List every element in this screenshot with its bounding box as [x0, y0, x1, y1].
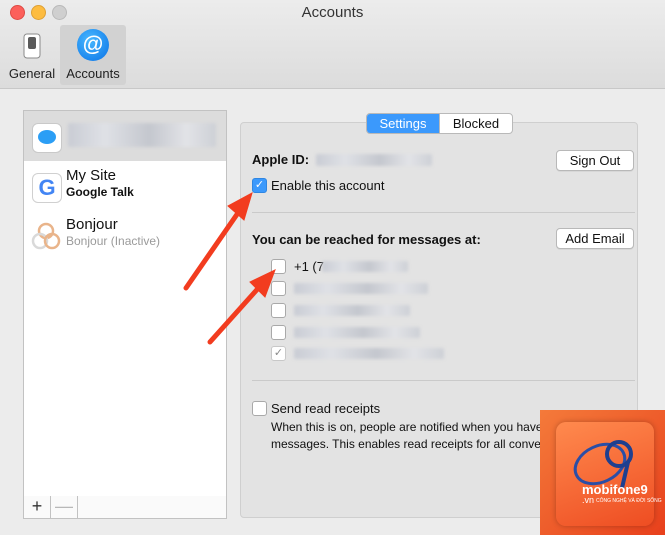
messages-icon: [32, 123, 62, 153]
account-type: Google Talk: [66, 185, 134, 199]
address-label: +1 (7: [294, 259, 324, 274]
account-row-google[interactable]: G My Site Google Talk: [24, 163, 226, 213]
reachable-heading: You can be reached for messages at:: [252, 232, 481, 247]
window-title: Accounts: [301, 4, 364, 21]
add-account-button[interactable]: +: [24, 496, 51, 518]
address-checkbox[interactable]: [271, 303, 286, 318]
account-row-messages[interactable]: [24, 111, 226, 161]
redacted-address: [322, 261, 408, 272]
toolbar-accounts-label: Accounts: [66, 66, 120, 81]
toolbar-accounts-button[interactable]: @ Accounts: [60, 25, 126, 85]
toolbar-general-button[interactable]: General: [4, 25, 60, 85]
redacted-address: [294, 305, 410, 316]
watermark-tagline: CÔNG NGHỆ VÀ ĐỜI SỐNG: [596, 498, 662, 504]
redacted-apple-id: [316, 154, 432, 166]
enable-account-checkbox[interactable]: ✓: [252, 178, 267, 193]
redacted-address: [294, 348, 444, 359]
divider: [252, 380, 635, 381]
at-sign-icon: @: [77, 29, 109, 61]
account-list-footer: + —: [23, 496, 227, 519]
redacted-address: [294, 283, 428, 294]
watermark-domain: .vn: [582, 495, 595, 505]
switch-icon: [23, 33, 41, 59]
read-receipts-label: Send read receipts: [271, 401, 381, 416]
address-checkbox[interactable]: [271, 281, 286, 296]
tab-blocked[interactable]: Blocked: [439, 114, 512, 133]
address-checkbox[interactable]: [271, 259, 286, 274]
account-row-bonjour[interactable]: Bonjour Bonjour (Inactive): [24, 212, 226, 262]
toolbar-general-label: General: [8, 66, 56, 81]
add-email-button[interactable]: Add Email: [556, 228, 634, 249]
account-name: My Site: [66, 167, 117, 184]
redacted-address: [294, 327, 420, 338]
apple-id-label: Apple ID:: [252, 152, 310, 167]
tab-bar: Settings Blocked: [366, 113, 513, 134]
google-icon: G: [32, 173, 62, 203]
bonjour-icon: [31, 222, 61, 250]
account-name: Bonjour: [66, 216, 118, 233]
sign-out-button[interactable]: Sign Out: [556, 150, 634, 171]
remove-account-button[interactable]: —: [51, 496, 78, 518]
account-type: Bonjour (Inactive): [66, 234, 161, 248]
watermark-logo: mobifone9 .vn CÔNG NGHỆ VÀ ĐỜI SỐNG: [540, 410, 665, 535]
redacted-account-name: [68, 123, 216, 147]
read-receipts-checkbox[interactable]: [252, 401, 267, 416]
tab-settings[interactable]: Settings: [367, 114, 439, 133]
divider: [252, 212, 635, 213]
address-checkbox[interactable]: [271, 325, 286, 340]
enable-account-label: Enable this account: [271, 178, 385, 193]
address-checkbox-disabled: ✓: [271, 346, 286, 361]
account-list: G My Site Google Talk Bonjour Bonjour (I…: [23, 110, 227, 498]
